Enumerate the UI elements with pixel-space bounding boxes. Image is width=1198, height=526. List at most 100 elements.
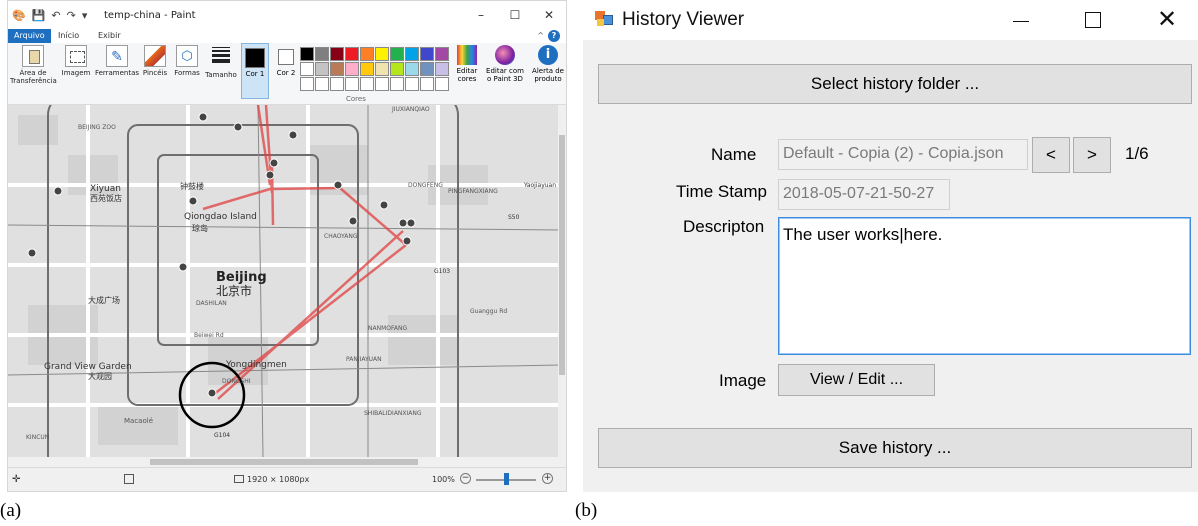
- color2-button[interactable]: Cor 2: [274, 43, 298, 99]
- size-label: Tamanho: [205, 71, 237, 79]
- clipboard-button[interactable]: Área de Transferência: [10, 45, 57, 85]
- palette-swatch[interactable]: [315, 47, 329, 61]
- tools-button[interactable]: ✎ Ferramentas: [94, 45, 140, 77]
- palette-swatch[interactable]: [435, 47, 449, 61]
- palette-swatch[interactable]: [345, 77, 359, 91]
- image-label: Imagem: [61, 69, 91, 77]
- paint-maximize-button[interactable]: ☐: [498, 1, 532, 29]
- palette-swatch[interactable]: [405, 77, 419, 91]
- vertical-scroll-thumb[interactable]: [559, 135, 565, 375]
- palette-swatch[interactable]: [420, 47, 434, 61]
- save-icon[interactable]: 💾: [32, 9, 46, 22]
- palette-swatch[interactable]: [405, 62, 419, 76]
- palette-swatch[interactable]: [330, 47, 344, 61]
- edit-colors-button[interactable]: Editar cores: [454, 45, 480, 83]
- app-icon: [595, 11, 613, 27]
- close-button[interactable]: ✕: [1137, 0, 1197, 40]
- ribbon: Área de Transferência Imagem ✎ Ferrament…: [8, 43, 566, 105]
- paint-close-button[interactable]: ✕: [532, 1, 566, 29]
- palette-swatch[interactable]: [315, 77, 329, 91]
- previous-button[interactable]: <: [1032, 137, 1070, 173]
- palette-swatch[interactable]: [375, 47, 389, 61]
- palette-swatch[interactable]: [330, 77, 344, 91]
- redo-icon[interactable]: ↷: [67, 9, 76, 22]
- shapes-button[interactable]: ⬡ Formas: [172, 45, 202, 77]
- collapse-ribbon-icon[interactable]: ^: [537, 29, 544, 43]
- image-button[interactable]: Imagem: [58, 45, 94, 77]
- product-alert-button[interactable]: i Alerta de produto: [528, 45, 566, 83]
- color1-button[interactable]: Cor 1: [241, 43, 269, 99]
- zoom-slider-thumb[interactable]: [504, 473, 509, 485]
- description-textarea[interactable]: The user works|here.: [778, 217, 1191, 355]
- palette-swatch[interactable]: [360, 47, 374, 61]
- quick-access-toolbar: 🎨 💾 ↶ ↷ ▾: [12, 9, 87, 22]
- palette-swatch[interactable]: [315, 62, 329, 76]
- palette-swatch[interactable]: [435, 77, 449, 91]
- color2-label: Cor 2: [276, 69, 296, 77]
- minimize-button[interactable]: [991, 0, 1051, 40]
- palette-swatch[interactable]: [360, 77, 374, 91]
- tab-exibir[interactable]: Exibir: [92, 29, 127, 43]
- image-label: Image: [719, 371, 767, 390]
- paint-canvas[interactable]: BEIJING ZOO Xiyuan 西苑饭店 Qiongdao Island …: [8, 105, 560, 457]
- map-label: G104: [214, 432, 230, 439]
- palette-swatch[interactable]: [345, 62, 359, 76]
- maximize-button[interactable]: [1063, 0, 1123, 40]
- zoom-out-button[interactable]: −: [460, 473, 471, 484]
- paint-titlebar: 🎨 💾 ↶ ↷ ▾ temp-china - Paint – ☐ ✕: [8, 1, 566, 29]
- map-label: Guanggu Rd: [470, 308, 507, 315]
- help-icon[interactable]: ?: [548, 30, 560, 42]
- palette-swatch[interactable]: [420, 62, 434, 76]
- timestamp-field[interactable]: 2018-05-07-21-50-27: [778, 179, 950, 210]
- palette-swatch[interactable]: [405, 47, 419, 61]
- palette-swatch[interactable]: [435, 62, 449, 76]
- palette-swatch[interactable]: [420, 77, 434, 91]
- customize-qa-icon[interactable]: ▾: [82, 9, 88, 22]
- palette-swatch[interactable]: [375, 62, 389, 76]
- zoom-in-button[interactable]: +: [542, 473, 553, 484]
- palette-swatch[interactable]: [300, 47, 314, 61]
- edit-colors-label: Editar cores: [456, 67, 478, 83]
- map-label: Beijing: [216, 270, 267, 285]
- view-edit-button[interactable]: View / Edit ...: [778, 364, 935, 396]
- horizontal-scroll-thumb[interactable]: [150, 459, 418, 465]
- palette-swatch[interactable]: [390, 62, 404, 76]
- edit-paint3d-button[interactable]: Editar com o Paint 3D: [483, 45, 527, 83]
- map-label: Xiyuan: [90, 184, 121, 194]
- palette-swatch[interactable]: [345, 47, 359, 61]
- caption-a: (a): [0, 500, 22, 521]
- palette-swatch[interactable]: [390, 77, 404, 91]
- map-label: KINCUN: [26, 434, 49, 441]
- paint-minimize-button[interactable]: –: [464, 1, 498, 29]
- palette-swatch[interactable]: [375, 77, 389, 91]
- map-label: G103: [434, 268, 450, 275]
- map-label: PINGFANGXIANG: [448, 188, 498, 195]
- palette-swatch[interactable]: [360, 62, 374, 76]
- map-label: Beiwei Rd: [194, 332, 224, 339]
- tab-arquivo[interactable]: Arquivo: [8, 29, 51, 43]
- size-button[interactable]: Tamanho: [204, 45, 238, 79]
- close-icon: ✕: [1156, 6, 1178, 33]
- vertical-scrollbar[interactable]: [558, 105, 566, 457]
- horizontal-scrollbar[interactable]: [8, 457, 566, 467]
- palette-swatch[interactable]: [300, 62, 314, 76]
- next-button[interactable]: >: [1073, 137, 1111, 173]
- select-history-folder-button[interactable]: Select history folder ...: [598, 64, 1192, 104]
- palette-swatch[interactable]: [300, 77, 314, 91]
- tab-inicio[interactable]: Início: [52, 29, 85, 43]
- save-history-button[interactable]: Save history ...: [598, 428, 1192, 468]
- palette-swatch[interactable]: [330, 62, 344, 76]
- map-label: DASHILAN: [196, 300, 227, 307]
- paint3d-icon: [495, 45, 515, 65]
- undo-icon[interactable]: ↶: [51, 9, 60, 22]
- map-label: DONGFENG: [408, 182, 443, 189]
- name-field[interactable]: Default - Copia (2) - Copia.json: [778, 139, 1028, 170]
- brushes-button[interactable]: Pincéis: [140, 45, 170, 77]
- tools-icon: ✎: [106, 45, 128, 67]
- map-label: 大成广场: [88, 295, 120, 305]
- paint-window-title: temp-china - Paint: [104, 10, 196, 21]
- palette-swatch[interactable]: [390, 47, 404, 61]
- map-label: Yaojiayuan: [523, 182, 556, 189]
- info-icon: i: [538, 45, 558, 65]
- color1-label: Cor 1: [245, 70, 265, 78]
